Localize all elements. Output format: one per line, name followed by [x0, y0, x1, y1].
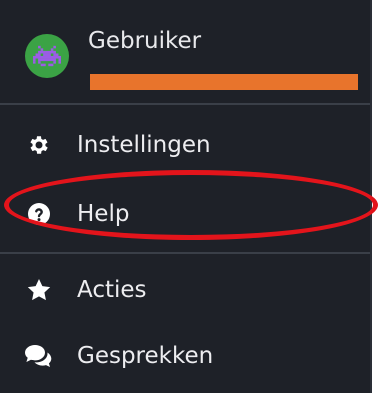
menu-item-help[interactable]: Help	[0, 184, 370, 244]
comments-icon	[24, 341, 54, 371]
user-menu: Gebruiker Instellingen Help Acties Gespr…	[0, 0, 372, 393]
divider	[0, 252, 370, 254]
menu-item-label: Gesprekken	[77, 343, 214, 369]
menu-item-label: Acties	[77, 277, 147, 303]
menu-item-acties[interactable]: Acties	[0, 260, 370, 320]
avatar[interactable]	[25, 34, 69, 78]
menu-item-gesprekken[interactable]: Gesprekken	[0, 326, 370, 386]
question-circle-icon	[24, 199, 54, 229]
menu-item-label: Instellingen	[77, 132, 211, 158]
space-invader-icon	[33, 45, 61, 67]
menu-item-instellingen[interactable]: Instellingen	[0, 115, 370, 175]
experience-bar-fill	[90, 74, 358, 90]
username: Gebruiker	[88, 28, 202, 54]
gear-icon	[24, 130, 54, 160]
divider	[0, 103, 370, 105]
experience-bar	[90, 74, 358, 90]
menu-item-label: Help	[77, 201, 130, 227]
star-icon	[24, 275, 54, 305]
user-profile[interactable]: Gebruiker	[0, 0, 370, 102]
